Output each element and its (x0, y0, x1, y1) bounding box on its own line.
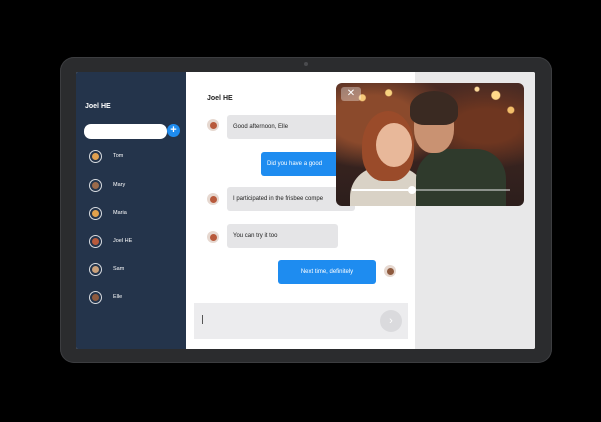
contact-name: Sam (113, 266, 125, 272)
avatar (89, 206, 102, 220)
sidebar-title: Joel HE (85, 103, 111, 110)
app-screen: Joel HE + Tom Mary Maria Joel HE Sam Ell… (76, 72, 535, 349)
video-frame-shape (410, 91, 458, 125)
avatar (89, 234, 102, 248)
sidebar: Joel HE + Tom Mary Maria Joel HE Sam Ell… (76, 72, 186, 349)
camera-dot (304, 62, 308, 66)
text-caret (202, 315, 203, 324)
sender-avatar (207, 193, 219, 205)
contact-item[interactable]: Maria (89, 206, 127, 220)
contact-item[interactable]: Mary (89, 178, 125, 192)
chat-title: Joel HE (207, 95, 233, 102)
contact-item[interactable]: Tom (89, 149, 123, 163)
avatar (89, 262, 102, 276)
close-video-button[interactable]: ✕ (341, 87, 361, 101)
message-bubble-outgoing: Next time, definitely (278, 260, 376, 284)
video-popup[interactable]: ✕ (336, 83, 524, 206)
avatar (89, 178, 102, 192)
video-progress-thumb[interactable] (408, 186, 417, 194)
message-composer[interactable]: › (194, 303, 408, 339)
plus-icon: + (170, 124, 177, 136)
video-frame-shape (416, 149, 506, 206)
video-frame-shape (376, 123, 412, 167)
avatar (89, 290, 102, 304)
video-progress-bar[interactable] (352, 186, 510, 194)
sender-avatar (207, 231, 219, 243)
send-button[interactable]: › (380, 310, 402, 332)
sender-avatar (207, 119, 219, 131)
message-bubble-incoming: Good afternoon, Elle (227, 115, 347, 139)
add-contact-button[interactable]: + (167, 124, 180, 137)
contact-item[interactable]: Elle (89, 290, 122, 304)
video-progress-fill (352, 189, 413, 191)
contact-item[interactable]: Sam (89, 262, 124, 276)
close-icon: ✕ (346, 88, 356, 99)
contact-name: Mary (113, 182, 126, 188)
message-bubble-incoming: You can try it too (227, 224, 338, 248)
contact-name: Maria (113, 210, 127, 216)
avatar (89, 149, 102, 163)
send-chevron-icon: › (389, 315, 393, 327)
own-avatar (384, 265, 396, 277)
contact-name: Joel HE (113, 238, 133, 244)
contact-item[interactable]: Joel HE (89, 234, 132, 248)
search-input[interactable] (84, 124, 167, 139)
contact-name: Elle (113, 294, 123, 300)
contact-name: Tom (113, 153, 124, 159)
